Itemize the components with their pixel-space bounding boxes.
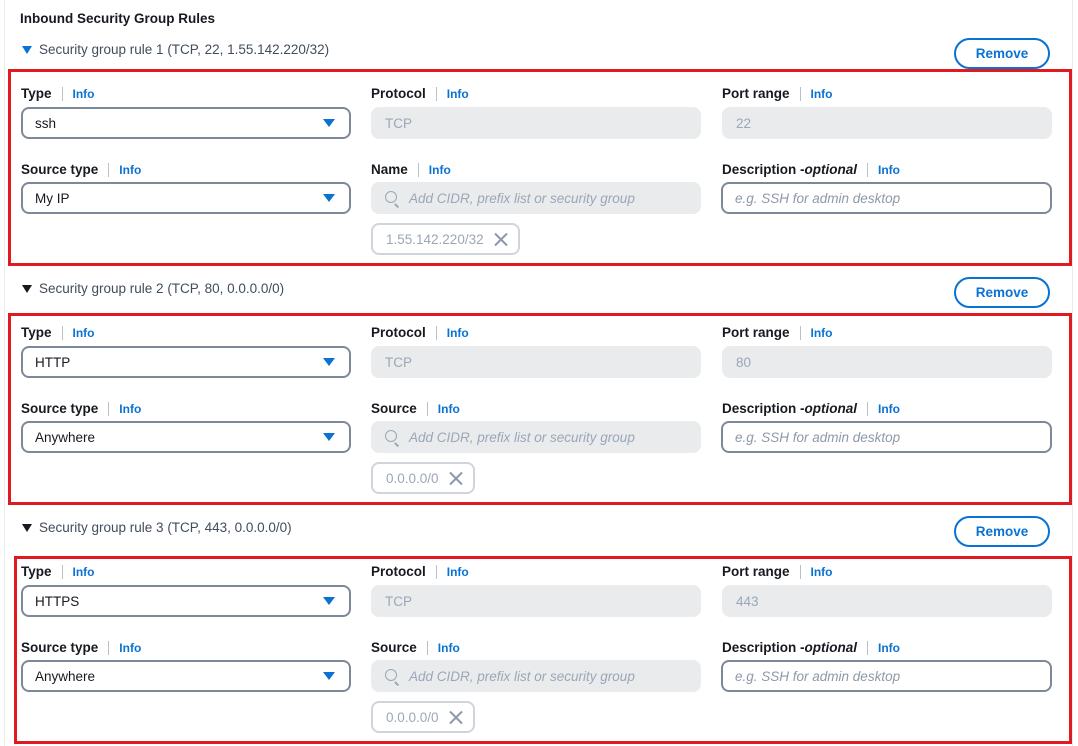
info-link[interactable]: Info	[73, 326, 95, 340]
info-link[interactable]: Info	[811, 326, 833, 340]
caret-down-icon	[323, 119, 335, 127]
close-icon[interactable]	[494, 232, 508, 246]
rule-2-port-range-label: Port range Info	[722, 325, 833, 340]
rule-1-protocol-label: Protocol Info	[371, 86, 469, 101]
rule-3-source-type-label: Source type Info	[21, 640, 142, 655]
rule-3-description-label: Description - optional Info	[722, 640, 901, 655]
rule-1-name-label: Name Info	[371, 162, 451, 177]
search-icon	[385, 191, 397, 203]
rule-3-source-token: 0.0.0.0/0	[371, 701, 475, 733]
rule-3-cidr-search-input: Add CIDR, prefix list or security group	[371, 660, 701, 692]
info-link[interactable]: Info	[73, 87, 95, 101]
info-link[interactable]: Info	[811, 565, 833, 579]
caret-down-icon	[323, 358, 335, 366]
rule-3-protocol-label: Protocol Info	[371, 564, 469, 579]
info-link[interactable]: Info	[119, 163, 141, 177]
rule-2-remove-button[interactable]: Remove	[954, 277, 1050, 308]
rule-3-header[interactable]: Security group rule 3 (TCP, 443, 0.0.0.0…	[22, 520, 292, 535]
info-link[interactable]: Info	[878, 402, 900, 416]
rule-3-type-select[interactable]: HTTPS	[21, 585, 351, 617]
rule-1-description-label: Description - optional Info	[722, 162, 901, 177]
rule-1-cidr-search-input: Add CIDR, prefix list or security group	[371, 182, 701, 214]
caret-down-icon	[323, 597, 335, 605]
rule-1-port-range-input: 22	[722, 107, 1052, 139]
rule-2-title: Security group rule 2 (TCP, 80, 0.0.0.0/…	[39, 281, 285, 296]
rule-2-cidr-search-input: Add CIDR, prefix list or security group	[371, 421, 701, 453]
caret-down-icon[interactable]	[22, 45, 32, 54]
rule-2-source-type-select[interactable]: Anywhere	[21, 421, 351, 453]
info-link[interactable]: Info	[447, 565, 469, 579]
rule-3-source-type-select[interactable]: Anywhere	[21, 660, 351, 692]
rule-3-remove-button[interactable]: Remove	[954, 516, 1050, 547]
info-link[interactable]: Info	[119, 402, 141, 416]
caret-down-icon[interactable]	[22, 523, 32, 532]
rule-1-protocol-input: TCP	[371, 107, 701, 139]
rule-1-highlight-box	[8, 69, 1072, 266]
rule-1-type-label: Type Info	[21, 86, 95, 101]
rule-1-source-type-select[interactable]: My IP	[21, 182, 351, 214]
rule-2-type-label: Type Info	[21, 325, 95, 340]
rule-2-protocol-input: TCP	[371, 346, 701, 378]
info-link[interactable]: Info	[119, 641, 141, 655]
rule-1-remove-button[interactable]: Remove	[954, 38, 1050, 69]
info-link[interactable]: Info	[438, 641, 460, 655]
rule-1-title: Security group rule 1 (TCP, 22, 1.55.142…	[39, 42, 330, 57]
info-link[interactable]: Info	[447, 87, 469, 101]
rule-3-title: Security group rule 3 (TCP, 443, 0.0.0.0…	[39, 520, 292, 535]
info-link[interactable]: Info	[811, 87, 833, 101]
rule-2-description-input[interactable]: e.g. SSH for admin desktop	[721, 421, 1052, 453]
close-icon[interactable]	[449, 471, 463, 485]
caret-down-icon	[323, 672, 335, 680]
rule-1-port-range-label: Port range Info	[722, 86, 833, 101]
rule-2-protocol-label: Protocol Info	[371, 325, 469, 340]
rule-2-source-token: 0.0.0.0/0	[371, 462, 475, 494]
rule-1-source-token: 1.55.142.220/32	[371, 223, 520, 255]
caret-down-icon[interactable]	[22, 284, 32, 293]
rule-3-source-label: Source Info	[371, 640, 460, 655]
rule-3-port-range-input: 443	[722, 585, 1052, 617]
caret-down-icon	[323, 194, 335, 202]
info-link[interactable]: Info	[878, 163, 900, 177]
rule-1-source-type-label: Source type Info	[21, 162, 142, 177]
search-icon	[385, 430, 397, 442]
right-divider	[1072, 0, 1073, 746]
info-link[interactable]: Info	[447, 326, 469, 340]
caret-down-icon	[323, 433, 335, 441]
rule-1-description-input[interactable]: e.g. SSH for admin desktop	[721, 182, 1052, 214]
page-title: Inbound Security Group Rules	[20, 11, 216, 26]
rule-3-description-input[interactable]: e.g. SSH for admin desktop	[721, 660, 1052, 692]
rule-2-description-label: Description - optional Info	[722, 401, 901, 416]
search-icon	[385, 669, 397, 681]
rule-3-type-label: Type Info	[21, 564, 95, 579]
left-divider	[4, 0, 5, 746]
rule-2-highlight-box	[8, 313, 1072, 505]
rule-2-source-label: Source Info	[371, 401, 460, 416]
rule-2-type-select[interactable]: HTTP	[21, 346, 351, 378]
rule-1-type-select[interactable]: ssh	[21, 107, 351, 139]
info-link[interactable]: Info	[429, 163, 451, 177]
info-link[interactable]: Info	[878, 641, 900, 655]
close-icon[interactable]	[449, 710, 463, 724]
rule-2-port-range-input: 80	[722, 346, 1052, 378]
info-link[interactable]: Info	[438, 402, 460, 416]
rule-2-header[interactable]: Security group rule 2 (TCP, 80, 0.0.0.0/…	[22, 281, 284, 296]
rule-2-source-type-label: Source type Info	[21, 401, 142, 416]
rule-1-header[interactable]: Security group rule 1 (TCP, 22, 1.55.142…	[22, 42, 329, 57]
rule-3-port-range-label: Port range Info	[722, 564, 833, 579]
rule-3-protocol-input: TCP	[371, 585, 701, 617]
info-link[interactable]: Info	[73, 565, 95, 579]
